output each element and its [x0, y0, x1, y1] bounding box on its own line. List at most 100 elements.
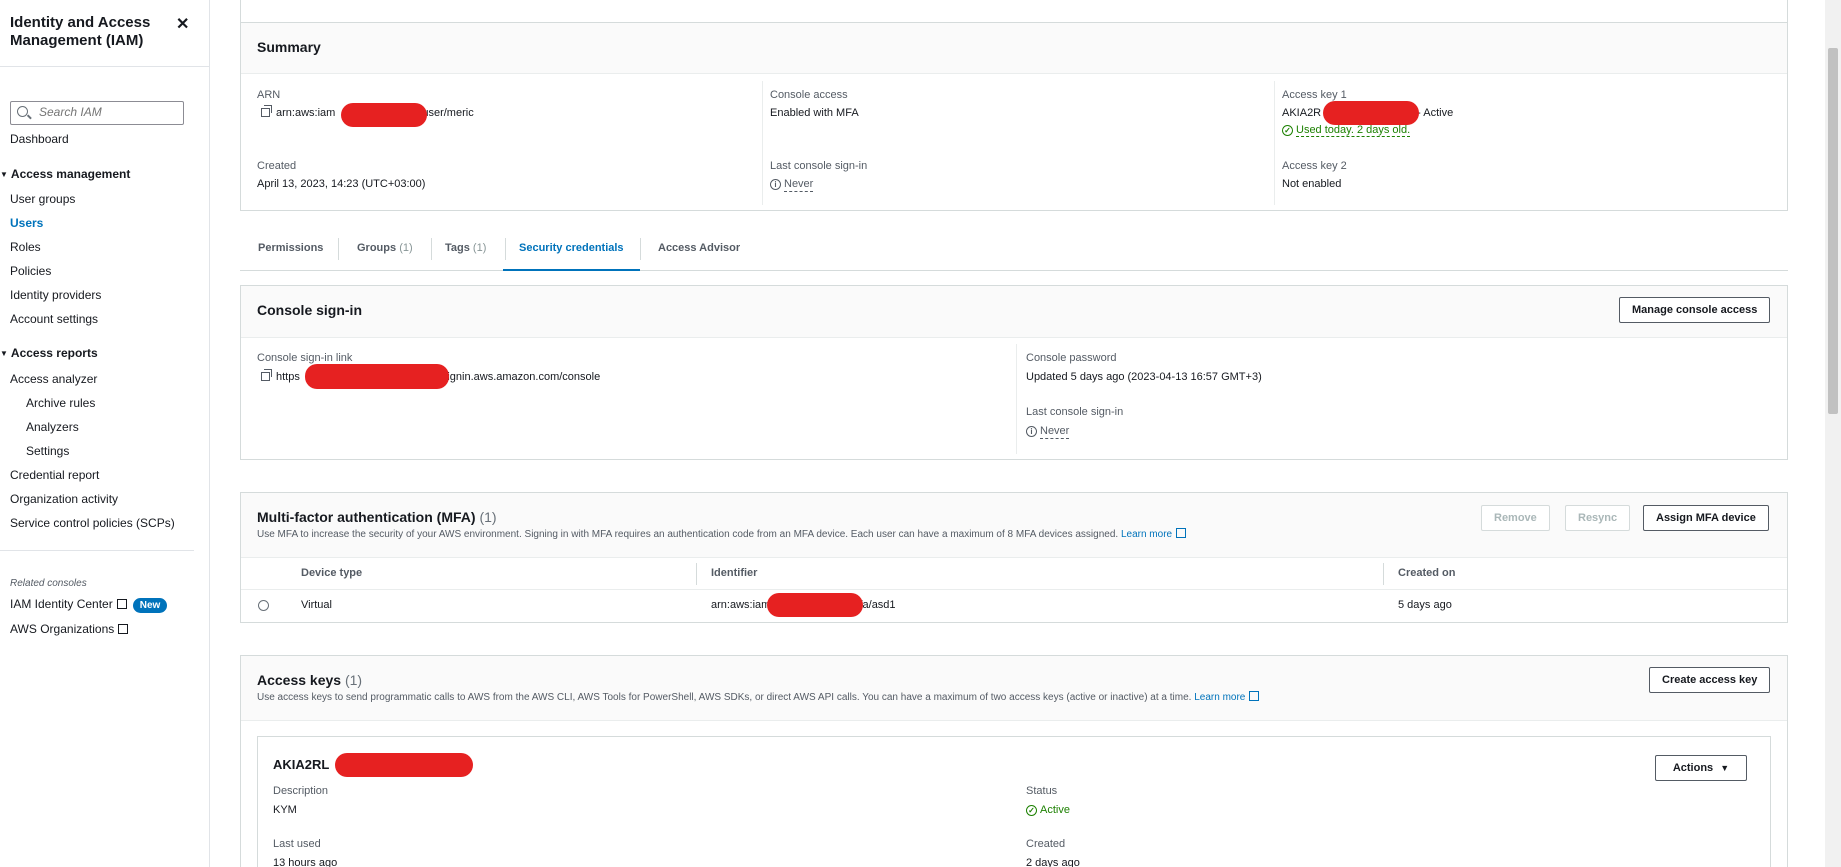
- redaction-mark: [767, 593, 863, 617]
- created-value: April 13, 2023, 14:23 (UTC+03:00): [257, 178, 426, 190]
- scrollbar-thumb[interactable]: [1828, 48, 1838, 414]
- mfa-count: (1): [479, 509, 497, 525]
- sidebar-item-access-analyzer[interactable]: Access analyzer: [10, 372, 97, 386]
- tab-tags[interactable]: Tags (1): [445, 228, 486, 271]
- sidebar: Identity and Access Management (IAM) ✕ D…: [0, 0, 210, 867]
- access-keys-description: Use access keys to send programmatic cal…: [257, 691, 1260, 703]
- mfa-description: Use MFA to increase the security of your…: [257, 528, 1187, 540]
- column-header-device-type[interactable]: Device type: [301, 567, 362, 579]
- related-iam-identity-center[interactable]: IAM Identity Center New: [10, 597, 168, 613]
- mfa-title: Multi-factor authentication (MFA) (1): [257, 509, 497, 525]
- previous-panel-edge: [240, 0, 1788, 22]
- close-icon[interactable]: ✕: [176, 14, 189, 34]
- search-box[interactable]: [10, 101, 184, 125]
- tab-security-credentials[interactable]: Security credentials: [503, 228, 640, 271]
- arn-suffix: :user/meric: [419, 107, 474, 119]
- used-text[interactable]: Used today. 2 days old.: [1296, 124, 1411, 137]
- column-header-created-on[interactable]: Created on: [1398, 567, 1455, 579]
- access-key-1-label: Access key 1: [1282, 89, 1347, 101]
- sidebar-item-organization-activity[interactable]: Organization activity: [10, 492, 118, 506]
- status-text: Active: [1040, 804, 1070, 816]
- copy-icon[interactable]: [261, 369, 272, 381]
- tab-label: Tags: [445, 242, 470, 254]
- signin-link-label: Console sign-in link: [257, 352, 353, 364]
- sidebar-item-analyzers[interactable]: Analyzers: [26, 420, 79, 434]
- column-header-identifier[interactable]: Identifier: [711, 567, 757, 579]
- link-prefix: https: [276, 371, 300, 383]
- tab-groups[interactable]: Groups (1): [357, 228, 413, 271]
- manage-console-access-button[interactable]: Manage console access: [1619, 297, 1771, 323]
- sidebar-item-policies[interactable]: Policies: [10, 264, 51, 278]
- copy-icon[interactable]: [261, 105, 272, 117]
- actions-button[interactable]: Actions ▼: [1655, 755, 1747, 781]
- tab-label: Permissions: [258, 242, 324, 254]
- redaction-mark: [1323, 101, 1419, 125]
- title-text: Access keys: [257, 672, 342, 688]
- external-link-icon: [116, 599, 127, 609]
- related-aws-organizations[interactable]: AWS Organizations: [10, 622, 129, 636]
- access-keys-title: Access keys (1): [257, 672, 362, 688]
- external-link-icon: [1176, 528, 1187, 538]
- page-scrollbar[interactable]: [1825, 0, 1841, 867]
- section-label: Access reports: [10, 346, 98, 360]
- access-key-2-value: Not enabled: [1282, 178, 1342, 190]
- assign-mfa-device-button[interactable]: Assign MFA device: [1643, 505, 1769, 531]
- tab-label: Security credentials: [519, 242, 624, 254]
- section-label: Access management: [10, 167, 131, 181]
- sidebar-item-users[interactable]: Users: [10, 216, 43, 230]
- sidebar-title: Identity and Access Management (IAM): [10, 14, 151, 49]
- related-consoles-label: Related consoles: [10, 578, 87, 589]
- status-value: ✓ Active: [1026, 804, 1070, 816]
- access-key-1-used: ✓ Used today. 2 days old.: [1282, 124, 1411, 137]
- link-label: AWS Organizations: [10, 622, 115, 636]
- sidebar-item-account-settings[interactable]: Account settings: [10, 312, 98, 326]
- sidebar-section-access-management[interactable]: ▼ Access management: [0, 167, 130, 181]
- search-icon: [17, 106, 28, 117]
- divider: [0, 66, 210, 67]
- console-password-label: Console password: [1026, 352, 1117, 364]
- title-text: Multi-factor authentication (MFA): [257, 509, 476, 525]
- sidebar-item-scps[interactable]: Service control policies (SCPs): [10, 516, 175, 530]
- divider: [696, 563, 697, 585]
- row-select-radio[interactable]: [258, 600, 269, 611]
- sidebar-item-user-groups[interactable]: User groups: [10, 192, 75, 206]
- mfa-panel: Multi-factor authentication (MFA) (1) Us…: [240, 492, 1788, 623]
- external-link-icon: [118, 624, 129, 634]
- console-access-value: Enabled with MFA: [770, 107, 859, 119]
- resync-button[interactable]: Resync: [1565, 505, 1631, 531]
- sidebar-item-identity-providers[interactable]: Identity providers: [10, 288, 101, 302]
- last-used-label: Last used: [273, 838, 321, 850]
- sidebar-item-roles[interactable]: Roles: [10, 240, 41, 254]
- learn-more-link[interactable]: Learn more: [1120, 528, 1187, 540]
- sidebar-item-archive-rules[interactable]: Archive rules: [26, 396, 95, 410]
- tab-bar: Permissions Groups (1) Tags (1) Security…: [240, 228, 1788, 271]
- sidebar-item-credential-report[interactable]: Credential report: [10, 468, 99, 482]
- create-access-key-button[interactable]: Create access key: [1649, 667, 1771, 693]
- status-label: Status: [1026, 785, 1058, 797]
- learn-more-link[interactable]: Learn more: [1194, 691, 1260, 703]
- new-badge: New: [132, 598, 168, 613]
- tab-count: (1): [472, 242, 487, 254]
- learn-more-label: Learn more: [1120, 529, 1173, 540]
- tab-access-advisor[interactable]: Access Advisor: [658, 228, 740, 271]
- divider: [0, 550, 194, 551]
- link-suffix: signin.aws.amazon.com/console: [441, 371, 601, 383]
- sidebar-item-dashboard[interactable]: Dashboard: [10, 132, 69, 146]
- search-input[interactable]: [39, 105, 179, 119]
- never-text[interactable]: Never: [1040, 425, 1070, 439]
- console-signin-title: Console sign-in: [257, 302, 362, 318]
- divider: [1274, 81, 1275, 205]
- mfa-header: Multi-factor authentication (MFA) (1) Us…: [241, 493, 1787, 558]
- divider: [1383, 563, 1384, 585]
- never-text[interactable]: Never: [784, 178, 814, 192]
- caret-down-icon: ▼: [0, 349, 8, 358]
- sidebar-section-access-reports[interactable]: ▼ Access reports: [0, 346, 98, 360]
- external-link-icon: [1249, 691, 1260, 701]
- arn-label: ARN: [257, 89, 281, 101]
- sidebar-item-settings[interactable]: Settings: [26, 444, 69, 458]
- tab-permissions[interactable]: Permissions: [258, 228, 323, 271]
- caret-down-icon: ▼: [0, 170, 8, 179]
- created-value: 2 days ago: [1026, 857, 1080, 867]
- caret-down-icon: ▼: [1720, 763, 1730, 773]
- remove-button[interactable]: Remove: [1481, 505, 1550, 531]
